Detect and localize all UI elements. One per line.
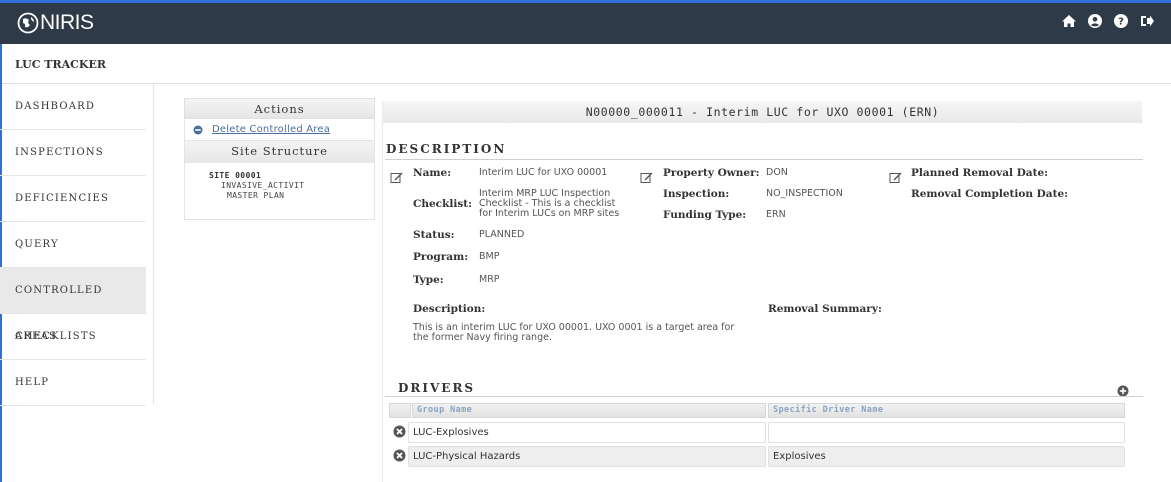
planned-removal-date-label: Planned Removal Date:	[911, 167, 1049, 179]
name-label: Name:	[413, 167, 452, 179]
status-label: Status:	[413, 229, 455, 241]
removal-completion-date-label: Removal Completion Date:	[911, 188, 1068, 200]
record-title: N00000_000011 - Interim LUC for UXO 0000…	[383, 101, 1142, 123]
site-tree-root[interactable]: SITE 00001	[209, 171, 374, 181]
site-structure-title: Site Structure	[185, 141, 374, 163]
funding-type-label: Funding Type:	[663, 209, 747, 221]
site-tree-item[interactable]: MASTER PLAN	[209, 191, 374, 201]
page-subheader: LUC TRACKER	[0, 44, 1171, 84]
section-divider	[385, 396, 1143, 397]
delete-controlled-area-label: Delete Controlled Area	[212, 124, 331, 135]
drivers-section-title: DRIVERS	[398, 381, 476, 395]
driver-name-cell[interactable]: Explosives	[768, 446, 1125, 467]
group-name-cell[interactable]: LUC-Explosives	[408, 422, 766, 443]
sidebar: DASHBOARD INSPECTIONS DEFICIENCIES QUERY…	[0, 84, 154, 406]
name-value: Interim LUC for UXO 00001	[479, 167, 608, 178]
column-header-specific-driver[interactable]: Specific Driver Name	[768, 403, 1125, 418]
help-icon[interactable]: ?	[1113, 13, 1129, 29]
site-tree-item[interactable]: INVASIVE_ACTIVIT	[209, 181, 374, 191]
table-row: LUC-Explosives	[389, 422, 1125, 443]
type-label: Type:	[413, 274, 444, 286]
sidebar-item-controlled-areas[interactable]: CONTROLLED AREAS	[0, 268, 146, 342]
inspection-value: NO_INSPECTION	[766, 188, 843, 199]
user-icon[interactable]	[1087, 13, 1103, 29]
remove-circle-icon	[193, 125, 203, 134]
property-owner-label: Property Owner:	[663, 167, 760, 179]
driver-name-cell[interactable]	[768, 422, 1125, 443]
page-title: LUC TRACKER	[15, 58, 107, 71]
description-text: the former Navy firing range.	[413, 332, 552, 343]
remove-row-icon[interactable]	[393, 425, 406, 438]
column-header-group-name[interactable]: Group Name	[412, 403, 766, 418]
description-label: Description:	[413, 303, 486, 315]
sidebar-item-query[interactable]: QUERY	[0, 222, 146, 268]
site-structure-panel: Site Structure SITE 00001 INVASIVE_ACTIV…	[184, 141, 375, 220]
table-row: LUC-Physical Hazards Explosives	[389, 446, 1125, 467]
description-section-title: DESCRIPTION	[386, 142, 507, 156]
edit-icon[interactable]	[390, 169, 403, 183]
sidebar-item-deficiencies[interactable]: DEFICIENCIES	[0, 176, 146, 222]
removal-summary-label: Removal Summary:	[768, 303, 882, 315]
sidebar-item-dashboard[interactable]: DASHBOARD	[0, 84, 146, 130]
sidebar-item-inspections[interactable]: INSPECTIONS	[0, 130, 146, 176]
edit-icon[interactable]	[640, 169, 653, 183]
top-navbar: NIRIS ?	[0, 0, 1171, 44]
status-value: PLANNED	[479, 229, 525, 240]
globe-icon	[17, 12, 39, 34]
inspection-label: Inspection:	[663, 188, 730, 200]
delete-controlled-area-link[interactable]: Delete Controlled Area	[184, 119, 375, 141]
controlled-area-detail: N00000_000011 - Interim LUC for UXO 0000…	[382, 101, 1143, 482]
program-value: BMP	[479, 251, 500, 262]
sidebar-item-checklists[interactable]: CHECKLISTS	[0, 314, 146, 360]
actions-panel: Actions Delete Controlled Area Site Stru…	[184, 98, 375, 220]
type-value: MRP	[479, 274, 500, 285]
property-owner-value: DON	[766, 167, 788, 178]
logout-icon[interactable]	[1139, 13, 1155, 29]
program-label: Program:	[413, 251, 469, 263]
edit-icon[interactable]	[889, 169, 902, 183]
section-divider	[385, 159, 1143, 160]
table-header-spacer	[389, 403, 411, 418]
svg-text:?: ?	[1118, 17, 1124, 28]
checklist-value: for Interim LUCs on MRP sites	[479, 208, 620, 219]
checklist-label: Checklist:	[413, 198, 472, 210]
sidebar-item-help[interactable]: HELP	[0, 360, 146, 406]
app-name: NIRIS	[40, 11, 94, 34]
actions-title: Actions	[184, 98, 375, 119]
funding-type-value: ERN	[766, 209, 786, 220]
group-name-cell[interactable]: LUC-Physical Hazards	[408, 446, 766, 467]
home-icon[interactable]	[1061, 13, 1077, 29]
niris-logo[interactable]: NIRIS	[17, 11, 94, 35]
remove-row-icon[interactable]	[393, 449, 406, 462]
